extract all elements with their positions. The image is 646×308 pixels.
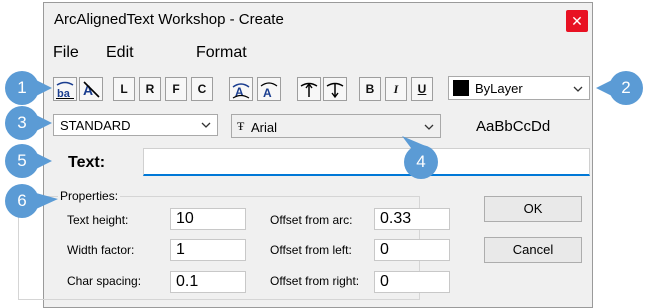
align-center-button[interactable]: C xyxy=(191,77,213,101)
close-icon: ✕ xyxy=(571,13,583,29)
font-value: Arial xyxy=(251,120,278,135)
fit-button[interactable]: F xyxy=(165,77,187,101)
callout-6: 6 xyxy=(5,184,39,218)
color-value: ByLayer xyxy=(475,81,523,96)
menu-edit[interactable]: Edit xyxy=(106,44,134,62)
text-style-value: STANDARD xyxy=(60,118,131,133)
reverse-text-icon: ba xyxy=(56,81,74,100)
shape-icon: A xyxy=(83,81,100,98)
align-left-button[interactable]: L xyxy=(113,77,135,101)
callout-2: 2 xyxy=(609,71,643,105)
truetype-font-icon: Ŧ xyxy=(237,119,245,133)
char-spacing-label: Char spacing: xyxy=(67,274,142,288)
title-bar: ArcAlignedText Workshop - Create ✕ xyxy=(44,3,592,37)
concave-side-button[interactable]: A xyxy=(257,77,281,101)
offset-arc-label: Offset from arc: xyxy=(270,213,353,227)
concave-side-icon: A xyxy=(260,82,278,100)
reverse-text-button[interactable]: ba xyxy=(53,77,77,101)
offset-arc-field[interactable]: 0.33 xyxy=(374,208,450,230)
callout-5: 5 xyxy=(5,144,39,178)
inward-direction-icon xyxy=(326,82,344,99)
width-factor-field[interactable]: 1 xyxy=(170,239,246,261)
text-height-label: Text height: xyxy=(67,213,129,227)
menu-file[interactable]: File xyxy=(53,44,79,62)
width-factor-label: Width factor: xyxy=(67,243,135,257)
char-spacing-field[interactable]: 0.1 xyxy=(170,271,246,293)
text-input[interactable] xyxy=(143,148,590,176)
italic-button[interactable]: I xyxy=(385,77,407,101)
callout-3: 3 xyxy=(5,106,39,140)
dialog-title: ArcAlignedText Workshop - Create xyxy=(54,11,284,28)
underline-button[interactable]: U xyxy=(411,77,433,101)
callout-1: 1 xyxy=(5,71,39,105)
chevron-down-icon xyxy=(424,124,434,130)
cancel-button[interactable]: Cancel xyxy=(484,237,582,263)
color-combo[interactable]: ByLayer xyxy=(448,76,590,100)
color-swatch xyxy=(453,80,469,96)
offset-right-field[interactable]: 0 xyxy=(374,271,450,293)
text-height-field[interactable]: 10 xyxy=(170,208,246,230)
offset-right-label: Offset from right: xyxy=(270,274,360,288)
chevron-down-icon xyxy=(201,122,211,128)
ok-button[interactable]: OK xyxy=(484,196,582,222)
text-style-combo[interactable]: STANDARD xyxy=(53,114,218,136)
text-label: Text: xyxy=(68,154,106,171)
menu-format[interactable]: Format xyxy=(196,44,247,62)
inward-direction-button[interactable] xyxy=(323,77,347,101)
convex-side-button[interactable]: A xyxy=(229,77,253,101)
callout-4: 4 xyxy=(404,145,438,179)
font-preview: AaBbCcDd xyxy=(476,118,551,135)
align-right-button[interactable]: R xyxy=(139,77,161,101)
outward-direction-icon xyxy=(300,82,318,97)
convex-side-icon: A xyxy=(232,83,250,99)
properties-group-label: Properties: xyxy=(58,189,121,203)
bold-button[interactable]: B xyxy=(359,77,381,101)
font-combo[interactable]: Ŧ Arial xyxy=(231,114,441,138)
close-button[interactable]: ✕ xyxy=(566,10,588,32)
chevron-down-icon xyxy=(573,86,583,92)
offset-left-field[interactable]: 0 xyxy=(374,239,450,261)
shape-button[interactable]: A xyxy=(79,77,103,101)
offset-left-label: Offset from left: xyxy=(270,243,352,257)
outward-direction-button[interactable] xyxy=(297,77,321,101)
svg-text:A: A xyxy=(263,86,272,100)
